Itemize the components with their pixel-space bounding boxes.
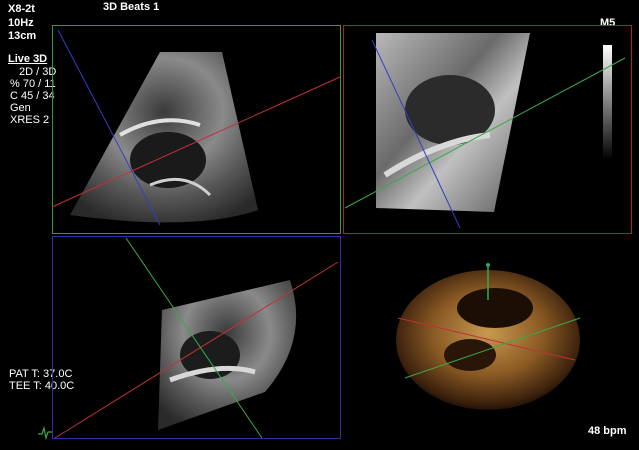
ecg-marker-icon bbox=[38, 425, 52, 441]
ultrasound-views bbox=[38, 29, 626, 441]
